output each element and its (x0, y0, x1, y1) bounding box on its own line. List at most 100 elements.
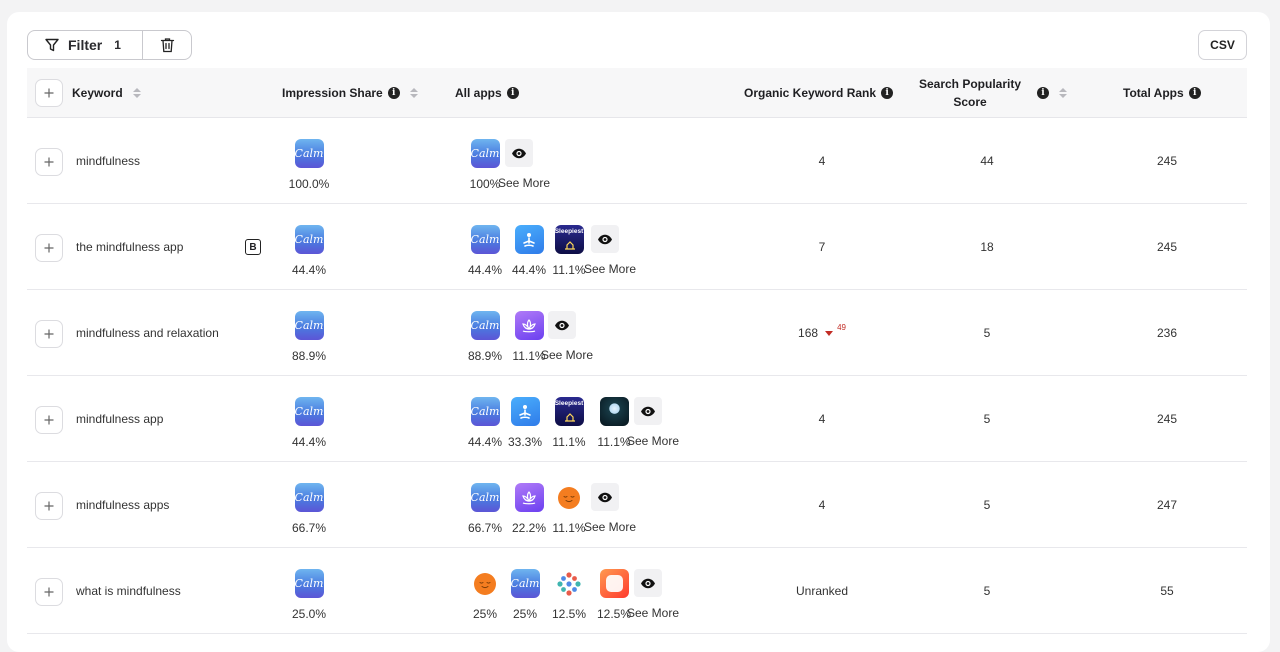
view-apps-button[interactable] (634, 569, 662, 597)
view-apps-button[interactable] (591, 225, 619, 253)
app-share-item: 22.2% (507, 483, 551, 535)
see-more-link[interactable]: See More (498, 176, 550, 190)
sort-search-popularity-icon[interactable] (1059, 88, 1067, 98)
plus-icon (44, 88, 54, 98)
search-popularity-value: 18 (980, 240, 994, 254)
expand-row-button[interactable] (35, 492, 63, 520)
calm-app-icon[interactable]: Calm (470, 139, 500, 168)
calm-app-icon[interactable]: Calm (510, 569, 540, 598)
total-apps-value: 55 (1160, 584, 1174, 598)
app-share-value: 22.2% (511, 521, 547, 535)
view-apps-button[interactable] (548, 311, 576, 339)
calm-app-icon[interactable]: Calm (294, 397, 324, 426)
plus-icon (44, 501, 54, 511)
app-share-value: 88.9% (467, 349, 503, 363)
app-share-value: 44.4% (511, 263, 547, 277)
info-icon[interactable]: i (1188, 87, 1201, 99)
app-share-item: Calm 66.7% (463, 483, 507, 535)
app-share-value: 25% (472, 607, 498, 621)
plus-icon (44, 157, 54, 167)
expand-row-button[interactable] (35, 320, 63, 348)
calm-app-icon[interactable]: Calm (294, 311, 324, 340)
csv-export-button[interactable]: CSV (1198, 30, 1247, 60)
app-share-item: 44.4% (507, 225, 551, 277)
impression-share-cell: Calm 44.4% (287, 225, 331, 277)
see-more-link[interactable]: See More (584, 262, 636, 276)
expand-row-button[interactable] (35, 578, 63, 606)
lotus-app-icon[interactable] (514, 311, 544, 340)
keyword-text: mindfulness and relaxation (76, 326, 219, 340)
lotus-app-icon[interactable] (514, 483, 544, 512)
eye-icon (598, 492, 612, 502)
app-share-value: 44.4% (467, 435, 503, 449)
meditate-app-icon[interactable] (510, 397, 540, 426)
view-apps-button[interactable] (634, 397, 662, 425)
calm-app-icon[interactable]: Calm (470, 483, 500, 512)
search-popularity-value: 5 (983, 326, 991, 340)
sort-impression-share-icon[interactable] (409, 88, 418, 98)
organic-rank-cell: 4 (762, 462, 882, 548)
filter-count-badge: 1 (114, 38, 121, 52)
search-popularity-value: 5 (983, 498, 991, 512)
calm-app-icon[interactable]: Calm (470, 397, 500, 426)
add-keyword-button[interactable] (35, 79, 63, 107)
calm-app-icon[interactable]: Calm (470, 311, 500, 340)
app-share-item: Calm 44.4% (463, 225, 507, 277)
calm-app-icon[interactable]: Calm (294, 139, 324, 168)
plus-icon (44, 329, 54, 339)
info-icon[interactable]: i (881, 87, 894, 99)
header-all-apps: All apps i (455, 68, 519, 118)
eye-icon (641, 406, 655, 416)
impression-share-cell: Calm 66.7% (287, 483, 331, 535)
sleepiest-app-icon[interactable]: Sleepiest (554, 225, 584, 254)
header-search-popularity-label: Search Popularity Score (915, 75, 1025, 111)
headspace-app-icon[interactable] (555, 483, 584, 512)
info-icon[interactable]: i (1037, 87, 1049, 99)
view-apps-button[interactable] (505, 139, 533, 167)
impression-share-value: 100.0% (288, 177, 330, 191)
header-organic-rank: Organic Keyword Rank i (744, 68, 894, 118)
keyword-table-card: Filter 1 CSV Keyword Impression Share i … (7, 12, 1270, 652)
red-square-app-icon[interactable] (599, 569, 629, 598)
app-share-value: 11.1% (552, 263, 586, 277)
impression-share-value: 25.0% (291, 607, 327, 621)
info-icon[interactable]: i (506, 87, 519, 99)
calm-app-icon[interactable]: Calm (294, 483, 324, 512)
app-share-item: Sleepiest 11.1% (547, 397, 591, 449)
calm-app-icon[interactable]: Calm (470, 225, 500, 254)
app-share-value: 12.5% (596, 607, 632, 621)
eye-icon (598, 234, 612, 244)
rank-down-icon (825, 330, 834, 336)
clear-filters-button[interactable] (143, 31, 191, 59)
impression-share-cell: Calm 100.0% (287, 139, 331, 191)
view-apps-button[interactable] (591, 483, 619, 511)
see-more-link[interactable]: See More (627, 434, 679, 448)
organic-rank-value: 4 (818, 412, 826, 426)
meditate-app-icon[interactable] (514, 225, 544, 254)
see-more-link[interactable]: See More (584, 520, 636, 534)
see-more-link[interactable]: See More (627, 606, 679, 620)
dots-app-icon[interactable] (555, 569, 584, 598)
moon-app-icon[interactable] (599, 397, 629, 426)
sort-keyword-icon[interactable] (132, 88, 141, 98)
impression-share-cell: Calm 88.9% (287, 311, 331, 363)
table-header: Keyword Impression Share i All apps i Or… (27, 68, 1247, 118)
expand-row-button[interactable] (35, 148, 63, 176)
expand-row-button[interactable] (35, 234, 63, 262)
plus-icon (44, 243, 54, 253)
info-icon[interactable]: i (387, 87, 400, 99)
filter-button[interactable]: Filter 1 (28, 31, 143, 59)
organic-rank-cell: 4 (762, 118, 882, 204)
organic-rank-value: 168 (798, 326, 819, 340)
calm-app-icon[interactable]: Calm (294, 569, 324, 598)
total-apps-value: 245 (1156, 154, 1178, 168)
see-more-link[interactable]: See More (541, 348, 593, 362)
app-share-item: Calm 88.9% (463, 311, 507, 363)
filter-toolbar: Filter 1 (27, 30, 192, 60)
headspace-app-icon[interactable] (471, 569, 500, 598)
table-row: mindfulness app Calm 44.4% Calm 44.4% 33.3% Sl… (27, 376, 1247, 462)
organic-rank-value: Unranked (795, 584, 849, 598)
sleepiest-app-icon[interactable]: Sleepiest (554, 397, 584, 426)
expand-row-button[interactable] (35, 406, 63, 434)
calm-app-icon[interactable]: Calm (294, 225, 324, 254)
